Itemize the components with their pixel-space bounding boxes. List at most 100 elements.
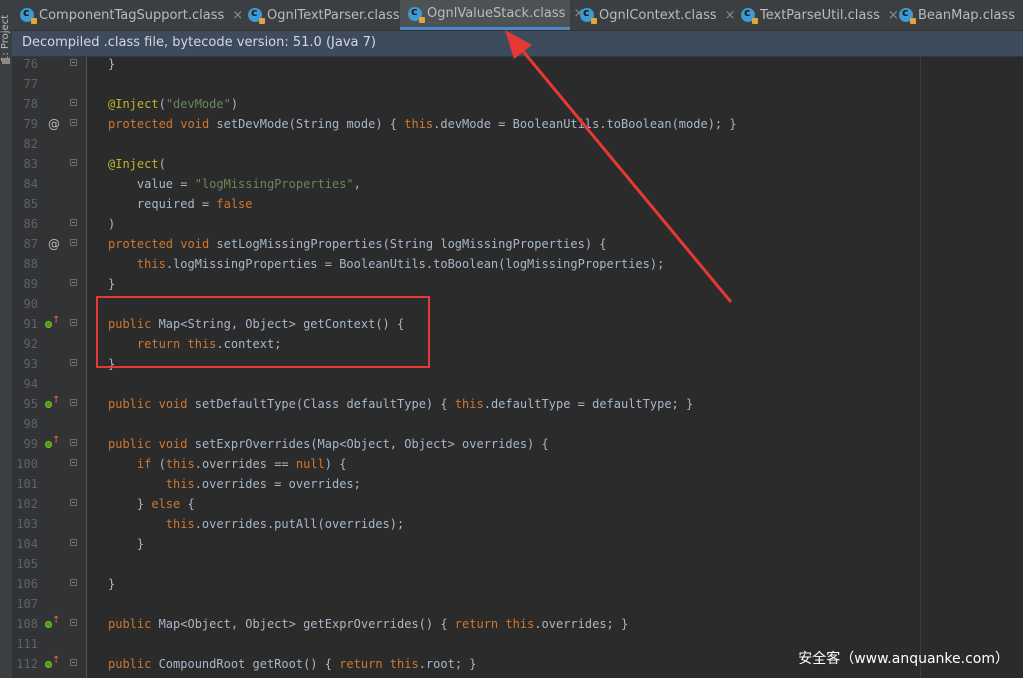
annotation-gutter-icon[interactable]: @ — [48, 114, 60, 134]
fold-marker-icon[interactable] — [70, 499, 77, 506]
line-number: 77 — [23, 77, 38, 91]
code-text[interactable]: required = false — [108, 194, 253, 214]
code-text[interactable]: public void setExprOverrides(Map<Object,… — [108, 434, 549, 454]
code-line[interactable]: 85 required = false — [12, 194, 1023, 214]
fold-marker-icon[interactable] — [70, 239, 77, 246]
code-text[interactable]: } — [108, 57, 115, 74]
fold-marker-icon[interactable] — [70, 359, 77, 366]
line-number: 87 — [23, 237, 38, 251]
fold-marker-icon[interactable] — [70, 439, 77, 446]
code-line[interactable]: 99 ↑ public void setExprOverrides(Map<Obje… — [12, 434, 1023, 454]
code-line[interactable]: 78 @Inject("devMode") — [12, 94, 1023, 114]
tab-label: ComponentTagSupport.class — [39, 7, 225, 23]
code-line[interactable]: 88 this.logMissingProperties = BooleanUt… — [12, 254, 1023, 274]
code-line[interactable]: 103 this.overrides.putAll(overrides); — [12, 514, 1023, 534]
class-file-icon — [899, 6, 916, 24]
code-text[interactable]: if (this.overrides == null) { — [108, 454, 347, 474]
code-text[interactable]: } — [108, 274, 115, 294]
tab-label: TextParseUtil.class — [760, 7, 880, 23]
implements-method-icon[interactable]: ↑ — [45, 395, 60, 409]
code-line[interactable]: 89} — [12, 274, 1023, 294]
implements-method-icon[interactable]: ↑ — [45, 655, 60, 669]
fold-marker-icon[interactable] — [70, 59, 77, 66]
fold-marker-icon[interactable] — [70, 99, 77, 106]
tab-textparseutil[interactable]: TextParseUtil.class× — [733, 0, 899, 30]
code-line[interactable]: 87 @ protected void setLogMissingPropertie… — [12, 234, 1023, 254]
code-editor[interactable]: 76} 77 78 @Inject("devMode") 79 @ protected vo… — [12, 57, 1023, 678]
line-number: 79 — [23, 117, 38, 131]
line-number: 108 — [16, 617, 38, 631]
code-line[interactable]: 107 — [12, 594, 1023, 614]
code-line[interactable]: 102 } else { — [12, 494, 1023, 514]
editor-tab-bar: ComponentTagSupport.class×OgnlTextParser… — [12, 0, 1023, 31]
code-text[interactable]: @Inject("devMode") — [108, 94, 238, 114]
tab-ognltextparser[interactable]: OgnlTextParser.class× — [240, 0, 418, 30]
code-text[interactable]: } — [108, 534, 144, 554]
fold-marker-icon[interactable] — [70, 579, 77, 586]
tab-ognlcontext[interactable]: OgnlContext.class× — [572, 0, 736, 30]
fold-marker-icon[interactable] — [70, 539, 77, 546]
fold-marker-icon[interactable] — [70, 399, 77, 406]
line-number: 90 — [23, 297, 38, 311]
code-line[interactable]: 86) — [12, 214, 1023, 234]
line-number: 98 — [23, 417, 38, 431]
annotation-gutter-icon[interactable]: @ — [48, 234, 60, 254]
line-number: 83 — [23, 157, 38, 171]
code-line[interactable]: 82 — [12, 134, 1023, 154]
code-line[interactable]: 98 — [12, 414, 1023, 434]
lock-icon — [910, 18, 916, 24]
code-text[interactable]: this.logMissingProperties = BooleanUtils… — [108, 254, 664, 274]
implements-method-icon[interactable]: ↑ — [45, 615, 60, 629]
tab-ognlvaluestack[interactable]: OgnlValueStack.class× — [400, 0, 584, 30]
fold-marker-icon[interactable] — [70, 219, 77, 226]
code-line[interactable]: 79 @ protected void setDevMode(String mode… — [12, 114, 1023, 134]
line-number: 115 — [12, 674, 38, 678]
fold-marker-icon[interactable] — [70, 159, 77, 166]
fold-marker-icon[interactable] — [70, 119, 77, 126]
class-file-icon — [408, 5, 425, 23]
code-text[interactable]: this.overrides = overrides; — [108, 474, 361, 494]
implements-method-icon[interactable]: ↑ — [45, 315, 60, 329]
tab-label: BeanMap.class — [918, 7, 1015, 23]
implements-method-icon[interactable]: ↑ — [45, 435, 60, 449]
code-line[interactable]: 106} — [12, 574, 1023, 594]
code-line[interactable]: 105 — [12, 554, 1023, 574]
code-line[interactable]: 115 — [12, 674, 1023, 678]
code-line[interactable]: 77 — [12, 74, 1023, 94]
code-line[interactable]: 83 @Inject( — [12, 154, 1023, 174]
line-number: 92 — [23, 337, 38, 351]
fold-marker-icon[interactable] — [70, 619, 77, 626]
project-folder-icon[interactable] — [2, 58, 10, 64]
code-text[interactable]: public Map<Object, Object> getExprOverri… — [108, 614, 628, 634]
code-line[interactable]: 101 this.overrides = overrides; — [12, 474, 1023, 494]
watermark-text: 安全客（www.anquanke.com） — [798, 651, 1009, 667]
code-line[interactable]: 108 ↑ public Map<Object, Object> getExprOv… — [12, 614, 1023, 634]
fold-marker-icon[interactable] — [70, 279, 77, 286]
code-line[interactable]: 76} — [12, 57, 1023, 74]
code-line[interactable]: 84 value = "logMissingProperties", — [12, 174, 1023, 194]
project-tool-label[interactable]: 1: Project — [0, 15, 12, 62]
code-text[interactable]: public CompoundRoot getRoot() { return t… — [108, 654, 477, 674]
code-line[interactable]: 100 if (this.overrides == null) { — [12, 454, 1023, 474]
code-text[interactable]: @Inject( — [108, 154, 166, 174]
line-number: 82 — [23, 137, 38, 151]
code-text[interactable]: this.overrides.putAll(overrides); — [108, 514, 404, 534]
code-text[interactable]: protected void setLogMissingProperties(S… — [108, 234, 607, 254]
lock-icon — [419, 16, 425, 23]
code-line[interactable]: 95 ↑ public void setDefaultType(Class defa… — [12, 394, 1023, 414]
code-text[interactable]: ) — [108, 214, 115, 234]
code-text[interactable]: value = "logMissingProperties", — [108, 174, 361, 194]
code-text[interactable]: public void setDefaultType(Class default… — [108, 394, 693, 414]
code-line[interactable]: 94 — [12, 374, 1023, 394]
code-line[interactable]: 104 } — [12, 534, 1023, 554]
tab-componenttagsupport[interactable]: ComponentTagSupport.class× — [12, 0, 243, 30]
code-text[interactable]: } else { — [108, 494, 195, 514]
line-number: 100 — [16, 457, 38, 471]
code-text[interactable]: protected void setDevMode(String mode) {… — [108, 114, 737, 134]
fold-marker-icon[interactable] — [70, 459, 77, 466]
fold-marker-icon[interactable] — [70, 659, 77, 666]
line-number: 84 — [23, 177, 38, 191]
tab-beanmap[interactable]: BeanMap.class× — [891, 0, 1023, 30]
code-text[interactable]: } — [108, 574, 115, 594]
fold-marker-icon[interactable] — [70, 319, 77, 326]
